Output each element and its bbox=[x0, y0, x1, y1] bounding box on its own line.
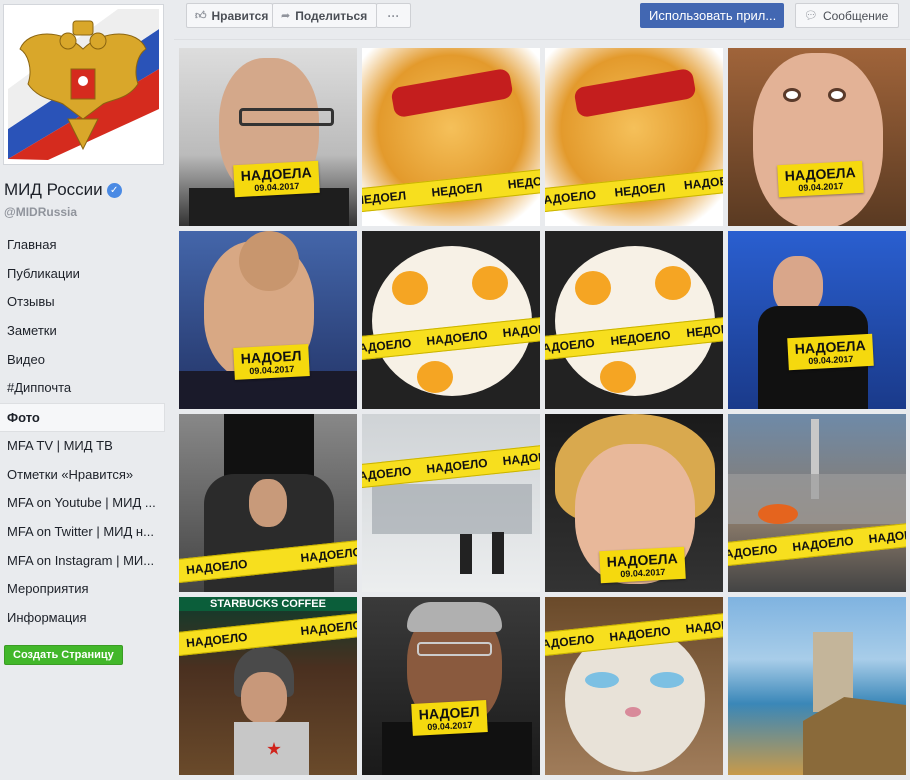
sidebar-nav-item[interactable]: MFA TV | МИД ТВ bbox=[0, 432, 165, 461]
caution-tape: НАДОЕЛО НАДОЕЛО НАДОЕЛО bbox=[728, 520, 906, 568]
photo-tile[interactable]: НАДОЕЛО НЕДОЕЛО НЕДОЕЛО bbox=[545, 231, 723, 409]
verified-badge-icon: ✓ bbox=[106, 182, 122, 198]
sidebar-nav-item[interactable]: Фото bbox=[0, 403, 165, 432]
pedestrian bbox=[460, 534, 472, 574]
starbucks-sign: STARBUCKS COFFEE bbox=[179, 597, 357, 611]
share-button[interactable]: ➦ Поделиться bbox=[272, 3, 377, 28]
sidebar-nav-item[interactable]: Главная bbox=[0, 231, 165, 260]
page-action-bar: 👍︎ Нравится ➦ Поделиться ··· Использоват… bbox=[174, 0, 910, 40]
photo-tile[interactable]: НАДОЕЛО НАДОЕЛО НАДОЕЛО bbox=[545, 597, 723, 775]
like-label: Нравится bbox=[211, 8, 269, 23]
eye bbox=[783, 88, 801, 102]
sidebar-nav-item[interactable]: Публикации bbox=[0, 260, 165, 289]
sticker-label: НАДОЕЛА 09.04.2017 bbox=[599, 546, 686, 584]
photo-tile[interactable]: STARBUCKS COFFEE НАДОЕЛО НАДОЕЛО bbox=[179, 597, 357, 775]
ketchup bbox=[390, 67, 514, 119]
sidebar-nav-item[interactable]: Информация bbox=[0, 604, 165, 633]
coat-of-arms-icon bbox=[8, 9, 159, 160]
sticker-label: НАДОЕЛ 09.04.2017 bbox=[411, 700, 488, 736]
sidebar-nav-item[interactable]: MFA on Instagram | МИ... bbox=[0, 547, 165, 576]
egg-yolk bbox=[417, 361, 453, 393]
profile-picture-frame[interactable] bbox=[3, 4, 164, 165]
egg-yolk bbox=[472, 266, 508, 300]
glasses-icon bbox=[239, 108, 334, 126]
photo-grid: НАДОЕЛА 09.04.2017 НЕДОЕЛ НЕДОЕЛ НЕДОЕЛ НА… bbox=[179, 48, 910, 780]
egg-yolk bbox=[392, 271, 428, 305]
sidebar-nav-item[interactable]: Отзывы bbox=[0, 288, 165, 317]
sticker-label: НАДОЕЛА 09.04.2017 bbox=[787, 333, 874, 371]
messenger-icon: 💬︎ bbox=[804, 10, 818, 22]
egg-yolk bbox=[575, 271, 611, 305]
glasses-icon bbox=[417, 642, 492, 656]
sidebar-nav-item[interactable]: #Диппочта bbox=[0, 374, 165, 403]
thumbs-up-icon: 👍︎ bbox=[195, 10, 207, 22]
cars-in-snow bbox=[372, 484, 532, 534]
person-face bbox=[753, 53, 883, 226]
egg-yolk bbox=[600, 361, 636, 393]
eye bbox=[828, 88, 846, 102]
photo-tile[interactable]: НАДОЕЛ 09.04.2017 bbox=[362, 597, 540, 775]
photo-tile[interactable]: НАДОЕЛ 09.04.2017 bbox=[179, 231, 357, 409]
page-title[interactable]: МИД России ✓ bbox=[4, 180, 122, 200]
more-options-button[interactable]: ··· bbox=[376, 3, 411, 28]
share-label: Поделиться bbox=[295, 8, 368, 23]
photo-tile[interactable]: НАДОЕЛА 09.04.2017 bbox=[728, 48, 906, 226]
caution-tape: НАДОЕЛО НАДОЕЛО НАДОЕЛО bbox=[362, 442, 540, 490]
sticker-label: НАДОЕЛА 09.04.2017 bbox=[777, 160, 864, 198]
photo-tile[interactable]: НАДОЕЛА 09.04.2017 bbox=[545, 414, 723, 592]
egg-yolk bbox=[655, 266, 691, 300]
pedestrian bbox=[492, 532, 504, 574]
photo-tile[interactable]: НАДОЕЛО НЕДОЕЛ НАДОЕЛО bbox=[545, 48, 723, 226]
cat-eye bbox=[585, 672, 619, 688]
sidebar-nav-item[interactable]: Заметки bbox=[0, 317, 165, 346]
page-handle[interactable]: @MIDRussia bbox=[4, 205, 77, 219]
page-nav: Главная Публикации Отзывы Заметки Видео #Дипп… bbox=[0, 231, 165, 633]
sticker-label: НАДОЕЛ 09.04.2017 bbox=[233, 344, 310, 380]
sticker-label: НАДОЕЛА 09.04.2017 bbox=[233, 160, 320, 198]
photo-tile[interactable]: НАДОЕЛО НАДОЕЛО bbox=[179, 414, 357, 592]
use-app-button[interactable]: Использовать прил... bbox=[640, 3, 784, 28]
left-sidebar: МИД России ✓ @MIDRussia Главная Публикаци… bbox=[0, 0, 174, 780]
sidebar-nav-item[interactable]: MFA on Youtube | МИД ... bbox=[0, 489, 165, 518]
fire bbox=[758, 504, 798, 524]
message-label: Сообщение bbox=[822, 8, 889, 23]
ketchup bbox=[573, 67, 697, 119]
smoke bbox=[728, 474, 906, 524]
photo-tile[interactable]: НАДОЕЛО НАДОЕЛО НАДОЕЛО bbox=[362, 231, 540, 409]
share-arrow-icon: ➦ bbox=[281, 10, 291, 22]
sidebar-nav-item[interactable]: Отметки «Нравится» bbox=[0, 461, 165, 490]
create-page-button[interactable]: Создать Страницу bbox=[4, 645, 123, 665]
photo-tile[interactable]: НАДОЕЛО НАДОЕЛО НАДОЕЛО bbox=[362, 414, 540, 592]
sidebar-nav-item[interactable]: MFA on Twitter | МИД н... bbox=[0, 518, 165, 547]
person-face bbox=[241, 672, 287, 724]
page-name-text[interactable]: МИД России bbox=[4, 180, 103, 200]
like-button[interactable]: 👍︎ Нравится bbox=[186, 3, 273, 28]
hand-on-head bbox=[239, 231, 299, 291]
profile-picture[interactable] bbox=[8, 9, 159, 160]
cat-nose bbox=[625, 707, 641, 717]
photo-tile[interactable] bbox=[728, 597, 906, 775]
cat-eye bbox=[650, 672, 684, 688]
sidebar-nav-item[interactable]: Мероприятия bbox=[0, 575, 165, 604]
person-face bbox=[249, 479, 287, 527]
sidebar-nav-item[interactable]: Видео bbox=[0, 346, 165, 375]
caution-tape: НЕДОЕЛ НЕДОЕЛ НЕДОЕЛ bbox=[362, 166, 540, 214]
photo-tile[interactable]: НАДОЕЛА 09.04.2017 bbox=[179, 48, 357, 226]
message-button[interactable]: 💬︎ Сообщение bbox=[795, 3, 899, 28]
photo-tile[interactable]: НАДОЕЛА 09.04.2017 bbox=[728, 231, 906, 409]
gray-hair bbox=[407, 602, 502, 632]
caution-tape: НАДОЕЛО НЕДОЕЛ НАДОЕЛО bbox=[545, 166, 723, 214]
photo-tile[interactable]: НАДОЕЛО НАДОЕЛО НАДОЕЛО bbox=[728, 414, 906, 592]
photo-tile[interactable]: НЕДОЕЛ НЕДОЕЛ НЕДОЕЛ bbox=[362, 48, 540, 226]
